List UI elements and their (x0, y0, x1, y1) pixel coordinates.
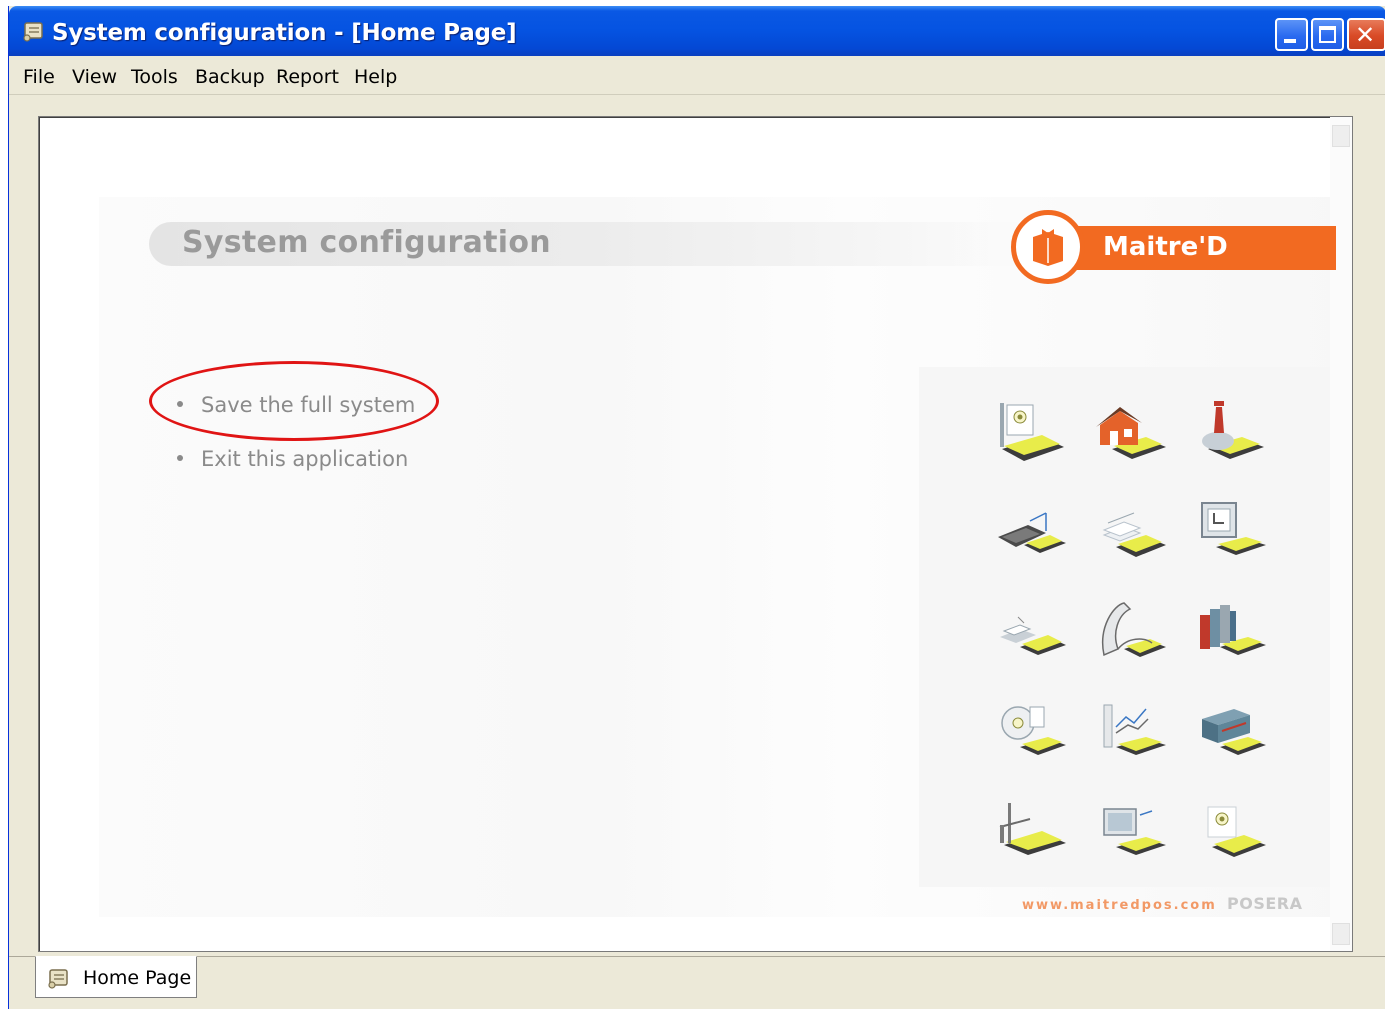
menu-report[interactable]: Report (276, 66, 339, 88)
bullet-icon (177, 455, 183, 461)
save-full-system-link[interactable]: Save the full system (177, 393, 415, 417)
maitred-logo-icon (1011, 210, 1085, 284)
curved-paper-icon[interactable] (1094, 597, 1170, 667)
website-link[interactable]: www.maitredpos.com (1022, 898, 1217, 913)
menu-backup[interactable]: Backup (195, 66, 265, 88)
menu-help[interactable]: Help (354, 66, 397, 88)
maximize-button[interactable] (1311, 18, 1344, 51)
posera-logo: POSERA (1227, 894, 1303, 913)
laptop-icon[interactable] (994, 497, 1070, 567)
minimize-icon (1284, 39, 1296, 43)
brand-name: Maitre'D (1103, 232, 1228, 262)
menu-bar: File View Tools Backup Report Help (9, 56, 1385, 95)
window-title: System configuration - [Home Page] (52, 20, 517, 46)
page-title: System configuration (182, 225, 551, 260)
bullet-icon (177, 401, 183, 407)
exit-application-link[interactable]: Exit this application (177, 447, 408, 471)
tab-label: Home Page (83, 967, 192, 989)
printer-icon[interactable] (994, 597, 1070, 667)
network-tower-icon[interactable] (994, 797, 1070, 867)
menu-tools[interactable]: Tools (131, 66, 178, 88)
disc-icon[interactable] (994, 697, 1070, 767)
certificate-icon[interactable] (994, 397, 1070, 467)
chart-icon[interactable] (1094, 697, 1170, 767)
menu-file[interactable]: File (23, 66, 55, 88)
badge-icon[interactable] (1194, 797, 1270, 867)
scroll-app-icon (48, 969, 68, 989)
app-window: System configuration - [Home Page] ✕ Fil… (8, 6, 1385, 1009)
menu-view[interactable]: View (72, 66, 117, 88)
document-tab-bar: Home Page (9, 956, 1385, 1009)
monitor-icon[interactable] (1194, 497, 1270, 567)
document-stack-icon[interactable] (1094, 497, 1170, 567)
scroll-down-arrow[interactable] (1332, 923, 1350, 945)
tab-home-page[interactable]: Home Page (35, 956, 197, 998)
minimize-button[interactable] (1275, 18, 1308, 51)
home-page-content: System configuration Maitre'D Save the f… (38, 116, 1353, 952)
save-full-system-label: Save the full system (201, 393, 416, 417)
screen-icon[interactable] (1094, 797, 1170, 867)
house-icon[interactable] (1094, 397, 1170, 467)
scroll-up-arrow[interactable] (1332, 125, 1350, 147)
title-bar[interactable]: System configuration - [Home Page] ✕ (9, 6, 1385, 56)
close-button[interactable]: ✕ (1347, 18, 1385, 51)
server-icon[interactable] (1194, 697, 1270, 767)
exit-application-label: Exit this application (201, 447, 409, 471)
flask-icon[interactable] (1194, 397, 1270, 467)
close-icon: ✕ (1355, 21, 1376, 49)
scroll-app-icon (23, 22, 43, 42)
maximize-icon (1319, 26, 1336, 43)
books-icon[interactable] (1194, 597, 1270, 667)
